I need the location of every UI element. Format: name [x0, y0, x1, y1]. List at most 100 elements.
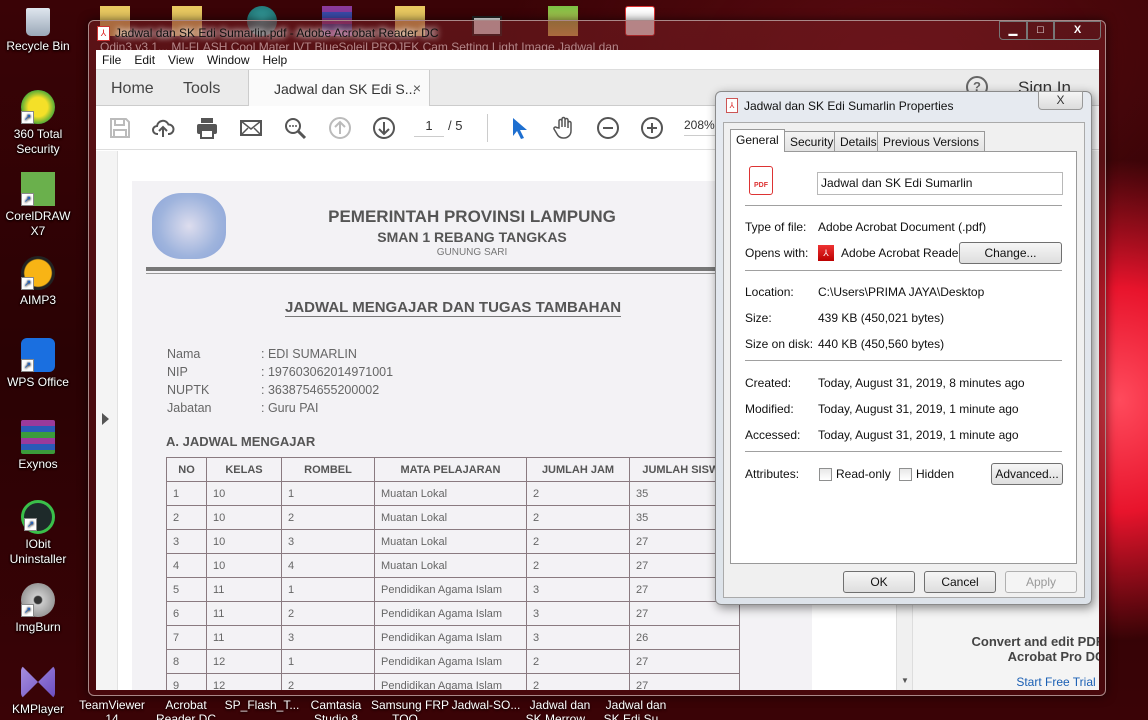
desktop-icon-exynos[interactable]: Exynos	[0, 420, 76, 472]
table-cell: Pendidikan Agama Islam	[374, 577, 527, 602]
doc-header-school: SMAN 1 REBANG TANGKAS	[377, 229, 567, 245]
desktop-icon-kmplayer[interactable]: KMPlayer	[0, 665, 76, 717]
apply-button: Apply	[1005, 571, 1077, 593]
tab-home[interactable]: Home	[111, 80, 154, 98]
dialog-close-button[interactable]: X	[1038, 91, 1083, 110]
desktop-icon-sp-flash-tool[interactable]: SP_Flash_T...	[222, 698, 302, 712]
menu-help[interactable]: Help	[263, 53, 288, 67]
tab-tools[interactable]: Tools	[183, 80, 220, 98]
desktop-icon-coreldraw[interactable]: ↗ CorelDRAW X7	[0, 172, 76, 239]
desktop-icon-acrobat-reader[interactable]: Acrobat Reader DC	[146, 698, 226, 720]
desktop-icon-jadwal-edi[interactable]: Jadwal dan SK Edi Su...	[596, 698, 676, 720]
modified-label: Modified:	[745, 402, 794, 416]
table-cell: 4	[166, 553, 207, 578]
zoom-out-icon[interactable]	[596, 116, 620, 140]
divider	[745, 270, 1062, 271]
aimp-icon: ↗	[21, 256, 55, 290]
table-cell: Pendidikan Agama Islam	[374, 625, 527, 650]
menu-view[interactable]: View	[168, 53, 194, 67]
desktop-icon-imgburn[interactable]: ↗ ImgBurn	[0, 583, 76, 635]
table-cell: 1	[281, 481, 375, 506]
desktop-icon-recycle-bin[interactable]: Recycle Bin	[0, 8, 76, 54]
save-icon[interactable]	[108, 116, 132, 140]
desktop-icon-samsung-frp[interactable]: Samsung FRP TOO...	[370, 698, 450, 720]
dialog-title: Jadwal dan SK Edi Sumarlin Properties	[744, 99, 954, 113]
read-only-checkbox[interactable]	[819, 468, 832, 481]
pdf-page: PEMERINTAH PROVINSI LAMPUNG SMAN 1 REBAN…	[132, 181, 812, 690]
opens-with-value: Adobe Acrobat Reader	[841, 246, 963, 260]
close-button[interactable]: X	[1054, 21, 1101, 40]
menu-file[interactable]: File	[102, 53, 121, 67]
desktop-icon-jadwal-merrow[interactable]: Jadwal dan SK Merrow...	[520, 698, 600, 720]
tab-previous-versions[interactable]: Previous Versions	[877, 131, 986, 151]
page-number-input[interactable]: 1	[414, 118, 444, 137]
file-name-input[interactable]: Jadwal dan SK Edi Sumarlin	[817, 172, 1063, 195]
select-cursor-icon[interactable]	[508, 116, 532, 140]
desktop-icon-label: KMPlayer	[11, 702, 64, 716]
email-icon[interactable]	[239, 116, 263, 140]
change-button[interactable]: Change...	[959, 242, 1062, 264]
hidden-checkbox[interactable]	[899, 468, 912, 481]
maximize-button[interactable]: □	[1027, 21, 1054, 40]
search-icon[interactable]	[283, 116, 307, 140]
info-label: Jabatan	[167, 401, 212, 415]
minimize-button[interactable]: ▁	[999, 21, 1027, 40]
left-panel-rail	[96, 151, 118, 690]
divider	[745, 451, 1062, 452]
advanced-button[interactable]: Advanced...	[991, 463, 1063, 485]
coreldraw-icon: ↗	[21, 172, 55, 206]
desktop-icon-wps-office[interactable]: ↗ WPS Office	[0, 338, 76, 390]
table-cell: 2	[526, 529, 630, 554]
table-cell: 3	[526, 625, 630, 650]
tab-general[interactable]: General	[730, 129, 785, 152]
iobit-icon: ↗	[21, 500, 55, 534]
table-cell: 10	[206, 481, 282, 506]
recycle-bin-icon	[26, 8, 50, 36]
desktop-icon-iobit[interactable]: ↗ IObit Uninstaller	[0, 500, 76, 567]
general-tab-page: PDF Jadwal dan SK Edi Sumarlin Type of f…	[730, 151, 1077, 564]
desktop-icon-aimp3[interactable]: ↗ AIMP3	[0, 256, 76, 308]
cloud-upload-icon[interactable]	[151, 116, 175, 140]
column-header: ROMBEL	[281, 457, 375, 482]
table-row: 8 12 1 Pendidikan Agama Islam 2 27	[166, 649, 740, 674]
desktop-icon-360-security[interactable]: ↗ 360 Total Security	[0, 90, 76, 157]
table-cell: 10	[206, 553, 282, 578]
hidden-label[interactable]: Hidden	[916, 467, 954, 481]
expand-panel-arrow-icon[interactable]	[102, 413, 109, 425]
type-label: Type of file:	[745, 220, 807, 234]
prev-page-icon[interactable]	[328, 116, 352, 140]
start-free-trial-link[interactable]: Start Free Trial	[956, 675, 1099, 689]
desktop-icon-teamviewer[interactable]: TeamViewer 14	[72, 698, 152, 720]
print-icon[interactable]	[195, 116, 219, 140]
cancel-button[interactable]: Cancel	[924, 571, 996, 593]
table-cell: 3	[166, 529, 207, 554]
size-value: 439 KB (450,021 bytes)	[818, 311, 945, 325]
tab-details[interactable]: Details	[834, 131, 883, 151]
accessed-label: Accessed:	[745, 428, 801, 442]
menu-window[interactable]: Window	[207, 53, 250, 67]
zoom-in-icon[interactable]	[640, 116, 664, 140]
tab-document[interactable]: Jadwal dan SK Edi S... ×	[248, 70, 430, 106]
table-cell: Muatan Lokal	[374, 481, 527, 506]
tab-security[interactable]: Security	[784, 131, 840, 151]
read-only-label[interactable]: Read-only	[836, 467, 891, 481]
scroll-down-arrow-icon[interactable]: ▼	[901, 676, 909, 685]
desktop-icon-camtasia[interactable]: Camtasia Studio 8	[296, 698, 376, 720]
desktop-icon-jadwal-so[interactable]: Jadwal-SO...	[446, 698, 526, 712]
menu-edit[interactable]: Edit	[134, 53, 155, 67]
next-page-icon[interactable]	[372, 116, 396, 140]
table-cell: 2	[526, 481, 630, 506]
column-header: KELAS	[206, 457, 282, 482]
hand-tool-icon[interactable]	[552, 116, 576, 140]
toolbar-divider	[487, 114, 488, 142]
location-label: Location:	[745, 285, 794, 299]
pdf-app-icon: ⅄	[97, 26, 110, 41]
close-tab-icon[interactable]: ×	[413, 80, 421, 96]
tab-document-label: Jadwal dan SK Edi S...	[274, 81, 417, 97]
table-cell: 26	[629, 625, 740, 650]
ok-button[interactable]: OK	[843, 571, 915, 593]
table-cell: Pendidikan Agama Islam	[374, 601, 527, 626]
desktop-icon-label: Exynos	[18, 457, 58, 471]
created-value: Today, August 31, 2019, 8 minutes ago	[818, 376, 1025, 390]
doc-header-province: PEMERINTAH PROVINSI LAMPUNG	[328, 207, 616, 226]
